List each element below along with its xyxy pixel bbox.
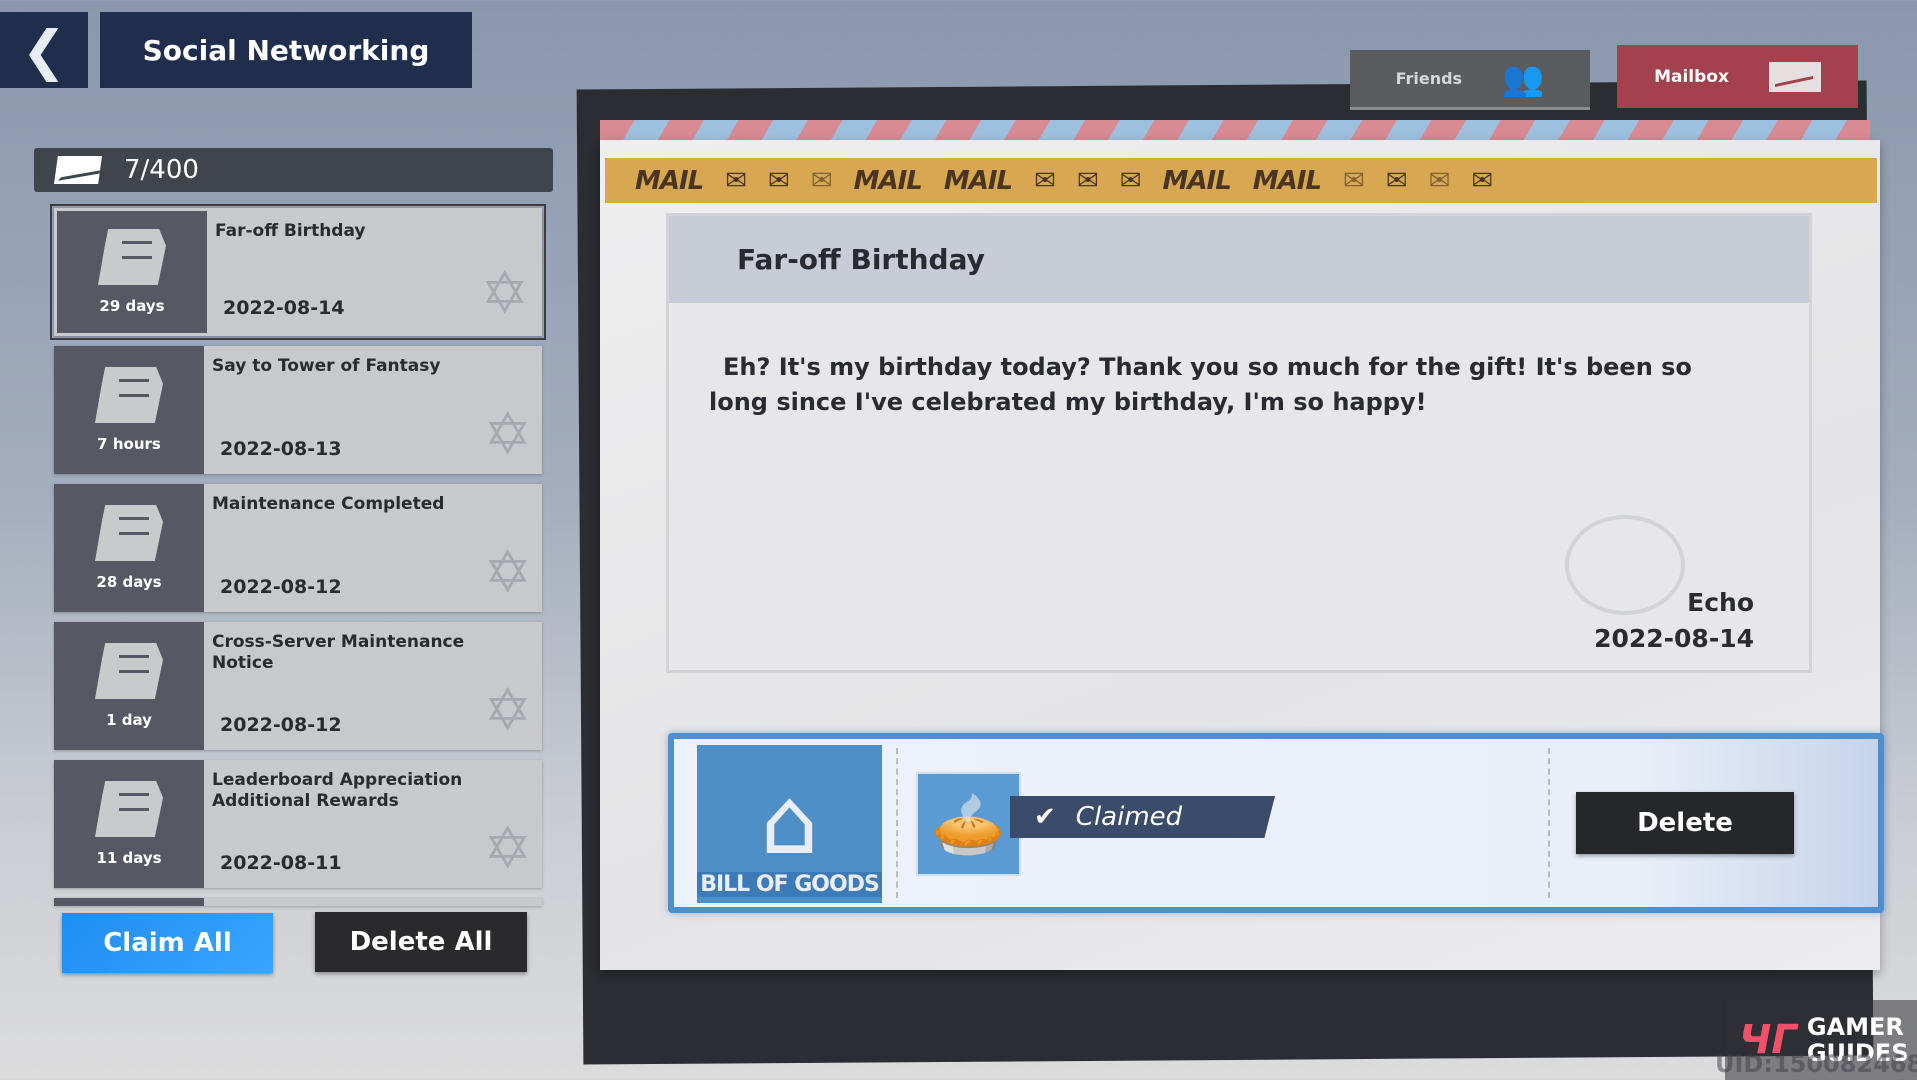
mail-text: MAIL bbox=[1252, 165, 1322, 196]
mail-date: 2022-08-13 bbox=[220, 438, 342, 460]
message-title: Far-off Birthday bbox=[669, 216, 1809, 303]
delete-button[interactable]: Delete bbox=[1576, 792, 1794, 854]
envelope-icon: ✉ bbox=[768, 165, 790, 196]
envelope-icon: ✉ bbox=[1428, 165, 1451, 196]
mail-expiry: 29 days bbox=[99, 297, 165, 315]
mail-item-icon-block: 29 days bbox=[57, 211, 207, 333]
envelope-icon: ✉ bbox=[1385, 165, 1408, 196]
tab-friends[interactable]: Friends 👥 bbox=[1350, 50, 1590, 110]
open-letter-icon bbox=[95, 505, 163, 561]
mail-title: Far-off Birthday bbox=[215, 221, 366, 241]
mail-title: Leaderboard Appreciation Additional Rewa… bbox=[212, 770, 463, 811]
warehouse-icon: ⌂ bbox=[760, 768, 819, 875]
star-icon[interactable]: ✡ bbox=[483, 538, 532, 606]
mail-expiry: 1 day bbox=[106, 711, 152, 729]
mail-item-icon-block: 7 hours bbox=[54, 346, 204, 474]
mail-date: 2022-08-11 bbox=[220, 852, 342, 874]
mail-list-item[interactable]: 7 hours Say to Tower of Fantasy 2022-08-… bbox=[54, 346, 542, 474]
mail-item-icon-block: 1 day bbox=[54, 622, 204, 750]
tab-friends-label: Friends bbox=[1395, 69, 1463, 88]
mail-date: 2022-08-14 bbox=[223, 297, 345, 319]
mail-text: MAIL bbox=[1162, 165, 1232, 196]
envelope-icon: ✉ bbox=[1034, 165, 1056, 196]
mail-title: Say to Tower of Fantasy bbox=[212, 356, 441, 376]
bill-of-goods-badge: ⌂ BILL OF GOODS bbox=[697, 745, 882, 903]
mail-expiry: 28 days bbox=[96, 573, 162, 591]
open-letter-icon bbox=[95, 643, 163, 699]
mail-tape: MAIL ✉ ✉ ✉ MAIL MAIL ✉ ✉ ✉ MAIL MAIL ✉ ✉ ✉ ✉ bbox=[605, 158, 1877, 203]
claimed-banner: ✔ Claimed bbox=[1010, 796, 1275, 838]
mail-list-item[interactable]: 11 days Leaderboard Appreciation Additio… bbox=[54, 760, 542, 888]
envelope-icon bbox=[54, 156, 102, 184]
mail-count: 7/400 bbox=[124, 155, 199, 185]
star-icon[interactable]: ✡ bbox=[483, 676, 532, 744]
tab-mailbox[interactable]: Mailbox bbox=[1617, 45, 1858, 108]
envelope-icon: ✉ bbox=[1119, 165, 1142, 196]
message-date: 2022-08-14 bbox=[1594, 624, 1754, 653]
open-letter-icon bbox=[95, 781, 163, 837]
star-icon[interactable]: ✡ bbox=[483, 814, 532, 882]
envelope-icon bbox=[1768, 61, 1821, 92]
sender-name: Echo bbox=[1687, 588, 1754, 617]
mail-count-bar: 7/400 bbox=[34, 148, 553, 192]
chevron-left-icon: ❮ bbox=[21, 18, 67, 82]
page-title: Social Networking bbox=[100, 12, 472, 88]
friends-icon: 👥 bbox=[1502, 58, 1545, 99]
delete-all-button[interactable]: Delete All bbox=[315, 912, 527, 972]
mail-list-item[interactable]: 28 days Maintenance Completed 2022-08-12… bbox=[54, 484, 542, 612]
divider bbox=[1548, 748, 1550, 898]
mail-list-item[interactable]: 29 days Far-off Birthday 2022-08-14 ✡ bbox=[50, 204, 546, 340]
open-letter-icon bbox=[95, 367, 163, 423]
envelope-icon: ✉ bbox=[810, 165, 833, 196]
uid-text: UID:1500824682 bbox=[1715, 1050, 1917, 1078]
claimed-status: Claimed bbox=[1075, 802, 1183, 832]
mail-text: MAIL bbox=[943, 165, 1013, 196]
mail-item-icon-block: 11 days bbox=[54, 760, 204, 888]
list-item-partial bbox=[54, 898, 542, 906]
tab-mailbox-label: Mailbox bbox=[1654, 66, 1729, 87]
back-button[interactable]: ❮ bbox=[0, 12, 88, 88]
mail-title: Cross-Server Maintenance Notice bbox=[212, 632, 465, 673]
mail-title: Maintenance Completed bbox=[212, 494, 445, 514]
mail-date: 2022-08-12 bbox=[220, 576, 342, 598]
star-icon[interactable]: ✡ bbox=[483, 400, 532, 468]
mail-text: MAIL bbox=[635, 165, 704, 196]
bill-of-goods-label: BILL OF GOODS bbox=[697, 872, 882, 897]
envelope-icon: ✉ bbox=[1471, 165, 1493, 196]
divider bbox=[896, 748, 898, 898]
message-body: Eh? It's my birthday today? Thank you so… bbox=[709, 353, 1692, 416]
mail-expiry: 11 days bbox=[96, 849, 162, 867]
envelope-icon: ✉ bbox=[1343, 165, 1365, 196]
mail-expiry: 7 hours bbox=[97, 435, 161, 453]
star-icon[interactable]: ✡ bbox=[480, 259, 529, 327]
mail-item-icon-block: 28 days bbox=[54, 484, 204, 612]
mail-list-item[interactable]: 1 day Cross-Server Maintenance Notice 20… bbox=[54, 622, 542, 750]
envelope-icon: ✉ bbox=[725, 165, 747, 196]
mail-date: 2022-08-12 bbox=[220, 714, 342, 736]
watermark-line1: GAMER bbox=[1806, 1013, 1904, 1041]
envelope-icon: ✉ bbox=[1076, 165, 1099, 196]
mail-text: MAIL bbox=[853, 165, 923, 196]
message-signature: Echo 2022-08-14 bbox=[1594, 585, 1754, 657]
claim-all-button[interactable]: Claim All bbox=[62, 913, 273, 973]
check-circle-icon: ✔ bbox=[1034, 802, 1056, 832]
open-letter-icon bbox=[98, 229, 166, 285]
reward-item-tart-icon[interactable]: 🥧 bbox=[916, 772, 1021, 876]
